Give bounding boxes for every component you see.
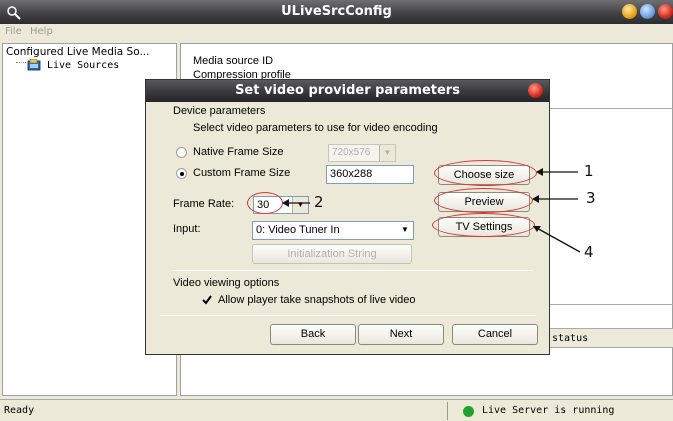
- annotation-3: 3: [586, 189, 596, 207]
- annotation-1: 1: [584, 162, 594, 180]
- annotation-4: 4: [584, 243, 594, 261]
- annotation-2: 2: [314, 193, 324, 211]
- annotation-arrows: [282, 168, 581, 253]
